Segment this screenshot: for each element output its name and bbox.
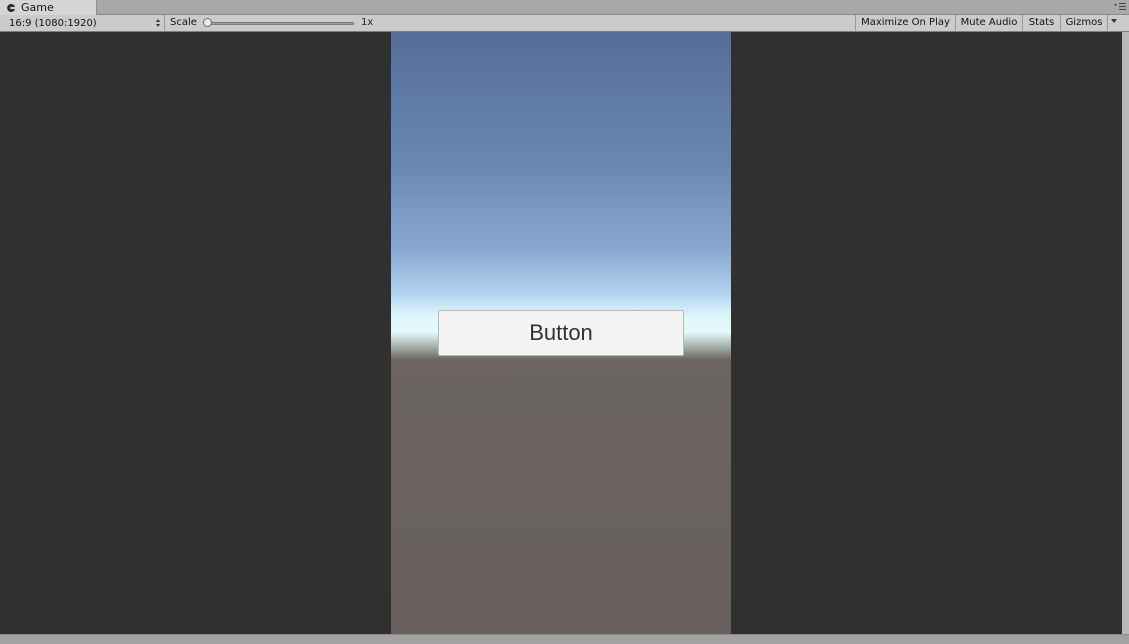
scale-label: Scale: [170, 17, 197, 28]
bottom-status-bar: [0, 634, 1129, 644]
tab-strip: Game: [0, 0, 1129, 15]
game-view-area: Button: [0, 32, 1122, 634]
gizmos-dropdown[interactable]: [1107, 15, 1120, 31]
tab-label: Game: [21, 0, 54, 14]
aspect-ratio-dropdown[interactable]: 16:9 (1080:1920): [3, 15, 165, 31]
scale-slider-thumb[interactable]: [203, 18, 212, 27]
game-controller-icon: [7, 3, 15, 12]
game-ui-button[interactable]: Button: [438, 310, 684, 356]
maximize-on-play-button[interactable]: Maximize On Play: [855, 15, 955, 31]
unity-game-window: Game 16:9 (1080:1920) Scale 1x Maximize …: [0, 0, 1129, 644]
panel-menu-icon[interactable]: [1113, 2, 1127, 12]
gizmos-button[interactable]: Gizmos: [1060, 15, 1107, 31]
tab-game[interactable]: Game: [0, 0, 97, 15]
game-viewport: Button: [391, 32, 731, 634]
mute-audio-button[interactable]: Mute Audio: [955, 15, 1022, 31]
up-down-arrows-icon: [156, 19, 160, 27]
stats-button[interactable]: Stats: [1022, 15, 1060, 31]
aspect-ratio-label: 16:9 (1080:1920): [9, 17, 97, 29]
chevron-down-icon: [1111, 19, 1117, 23]
scale-slider-track[interactable]: [206, 22, 354, 25]
scale-value: 1x: [361, 17, 374, 28]
game-toolbar: 16:9 (1080:1920) Scale 1x Maximize On Pl…: [0, 15, 1129, 32]
right-edge-strip: [1122, 32, 1129, 634]
